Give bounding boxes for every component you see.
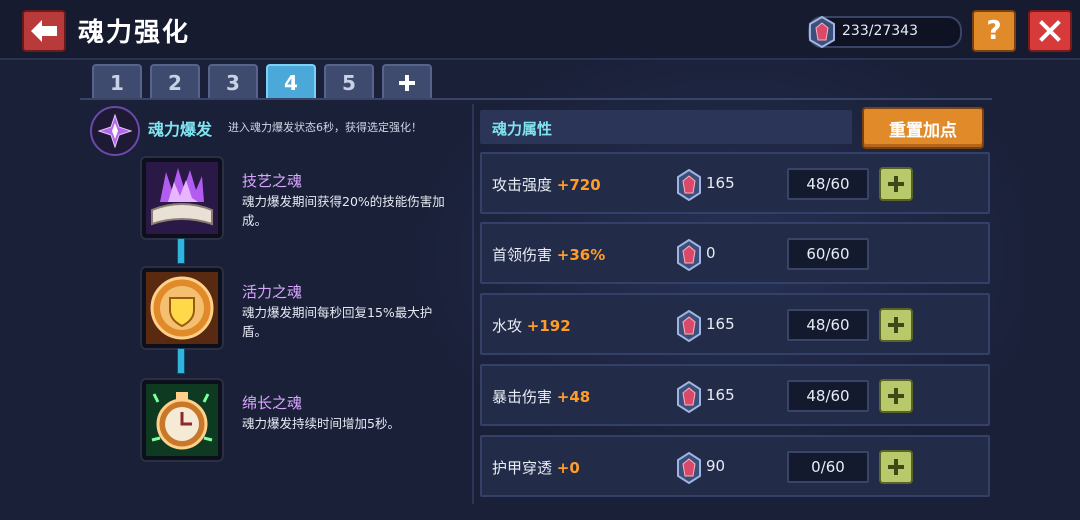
tab-4[interactable]: 4 [266,64,316,100]
skill-description: 魂力爆发持续时间增加5秒。 [242,416,400,431]
attribute-name: 护甲穿透 [492,459,553,477]
attribute-label: 攻击强度 +720 [492,174,601,195]
add-point-button[interactable] [879,379,913,413]
plus-icon [887,316,905,334]
tab-underline [80,98,992,100]
reset-points-button[interactable]: 重置加点 [862,107,984,149]
green-stopwatch-icon[interactable] [140,378,224,462]
close-icon [1039,20,1061,42]
attribute-label: 水攻 +192 [492,315,571,336]
soul-gem-icon [676,168,702,205]
attribute-bonus: +192 [526,317,571,335]
back-button[interactable] [22,10,66,52]
page-tabs: 1 2 3 4 5 [92,64,432,100]
skill-description: 魂力爆发期间每秒回复15%最大护盾。 [242,305,433,339]
tab-3[interactable]: 3 [208,64,258,100]
question-mark-icon: ? [986,16,1002,46]
upgrade-cost: 0 [706,244,716,262]
attribute-row: 暴击伤害 +48 165 48/60 [480,364,990,426]
attributes-header: 魂力属性 [480,110,852,144]
skill-name: 技艺之魂 [242,172,303,190]
tab-5[interactable]: 5 [324,64,374,100]
attribute-label: 暴击伤害 +48 [492,386,590,407]
attribute-name: 暴击伤害 [492,388,553,406]
attribute-name: 首领伤害 [492,246,553,264]
top-bar: 魂力强化 233/27343 ? [0,0,1080,60]
purple-flame-book-icon[interactable] [140,156,224,240]
arrow-left-icon [31,20,57,42]
currency-value: 233/27343 [842,23,918,39]
attribute-bonus: +720 [556,176,601,194]
plus-icon [399,75,415,91]
tab-2[interactable]: 2 [150,64,200,100]
add-point-button[interactable] [879,450,913,484]
soul-gem-icon [676,238,702,275]
upgrade-cost: 165 [706,174,735,192]
soul-currency-counter: 233/27343 [808,15,962,49]
soul-gem-icon [808,15,836,52]
attribute-row: 首领伤害 +36% 0 60/60 [480,222,990,284]
soul-burst-description: 进入魂力爆发状态6秒，获得选定强化！ [228,121,422,134]
attribute-row: 水攻 +192 165 48/60 [480,293,990,355]
close-button[interactable] [1028,10,1072,52]
soul-gem-icon [676,451,702,488]
attribute-label: 首领伤害 +36% [492,244,605,265]
attribute-bonus: +0 [556,459,580,477]
plus-icon [887,387,905,405]
page-title: 魂力强化 [78,18,191,48]
tab-1[interactable]: 1 [92,64,142,100]
upgrade-cost: 90 [706,457,726,475]
attribute-level: 48/60 [787,168,869,200]
plus-icon [887,175,905,193]
panel-divider [472,104,474,504]
attribute-label: 护甲穿透 +0 [492,457,580,478]
attributes-title: 魂力属性 [492,120,553,138]
plus-icon [887,458,905,476]
attribute-level: 48/60 [787,309,869,341]
upgrade-cost: 165 [706,386,735,404]
upgrade-cost: 165 [706,315,735,333]
soul-gem-icon [676,380,702,417]
skill-description: 魂力爆发期间获得20%的技能伤害加成。 [242,194,445,228]
attribute-bonus: +48 [556,388,591,406]
attribute-row: 护甲穿透 +0 90 0/60 [480,435,990,497]
attribute-level: 0/60 [787,451,869,483]
attribute-name: 攻击强度 [492,176,553,194]
add-point-button[interactable] [879,167,913,201]
attribute-name: 水攻 [492,317,523,335]
add-tab-button[interactable] [382,64,432,100]
add-point-button[interactable] [879,308,913,342]
attribute-bonus: +36% [556,246,606,264]
help-button[interactable]: ? [972,10,1016,52]
skill-name: 绵长之魂 [242,394,303,412]
skill-connector [177,238,185,264]
attribute-level: 48/60 [787,380,869,412]
attribute-row: 攻击强度 +720 165 48/60 [480,152,990,214]
skill-name: 活力之魂 [242,283,303,301]
soul-burst-name: 魂力爆发 [148,120,213,139]
gold-shield-icon[interactable] [140,266,224,350]
skill-connector [177,348,185,374]
soul-burst-icon [90,106,140,156]
soul-gem-icon [676,309,702,346]
attribute-level: 60/60 [787,238,869,270]
